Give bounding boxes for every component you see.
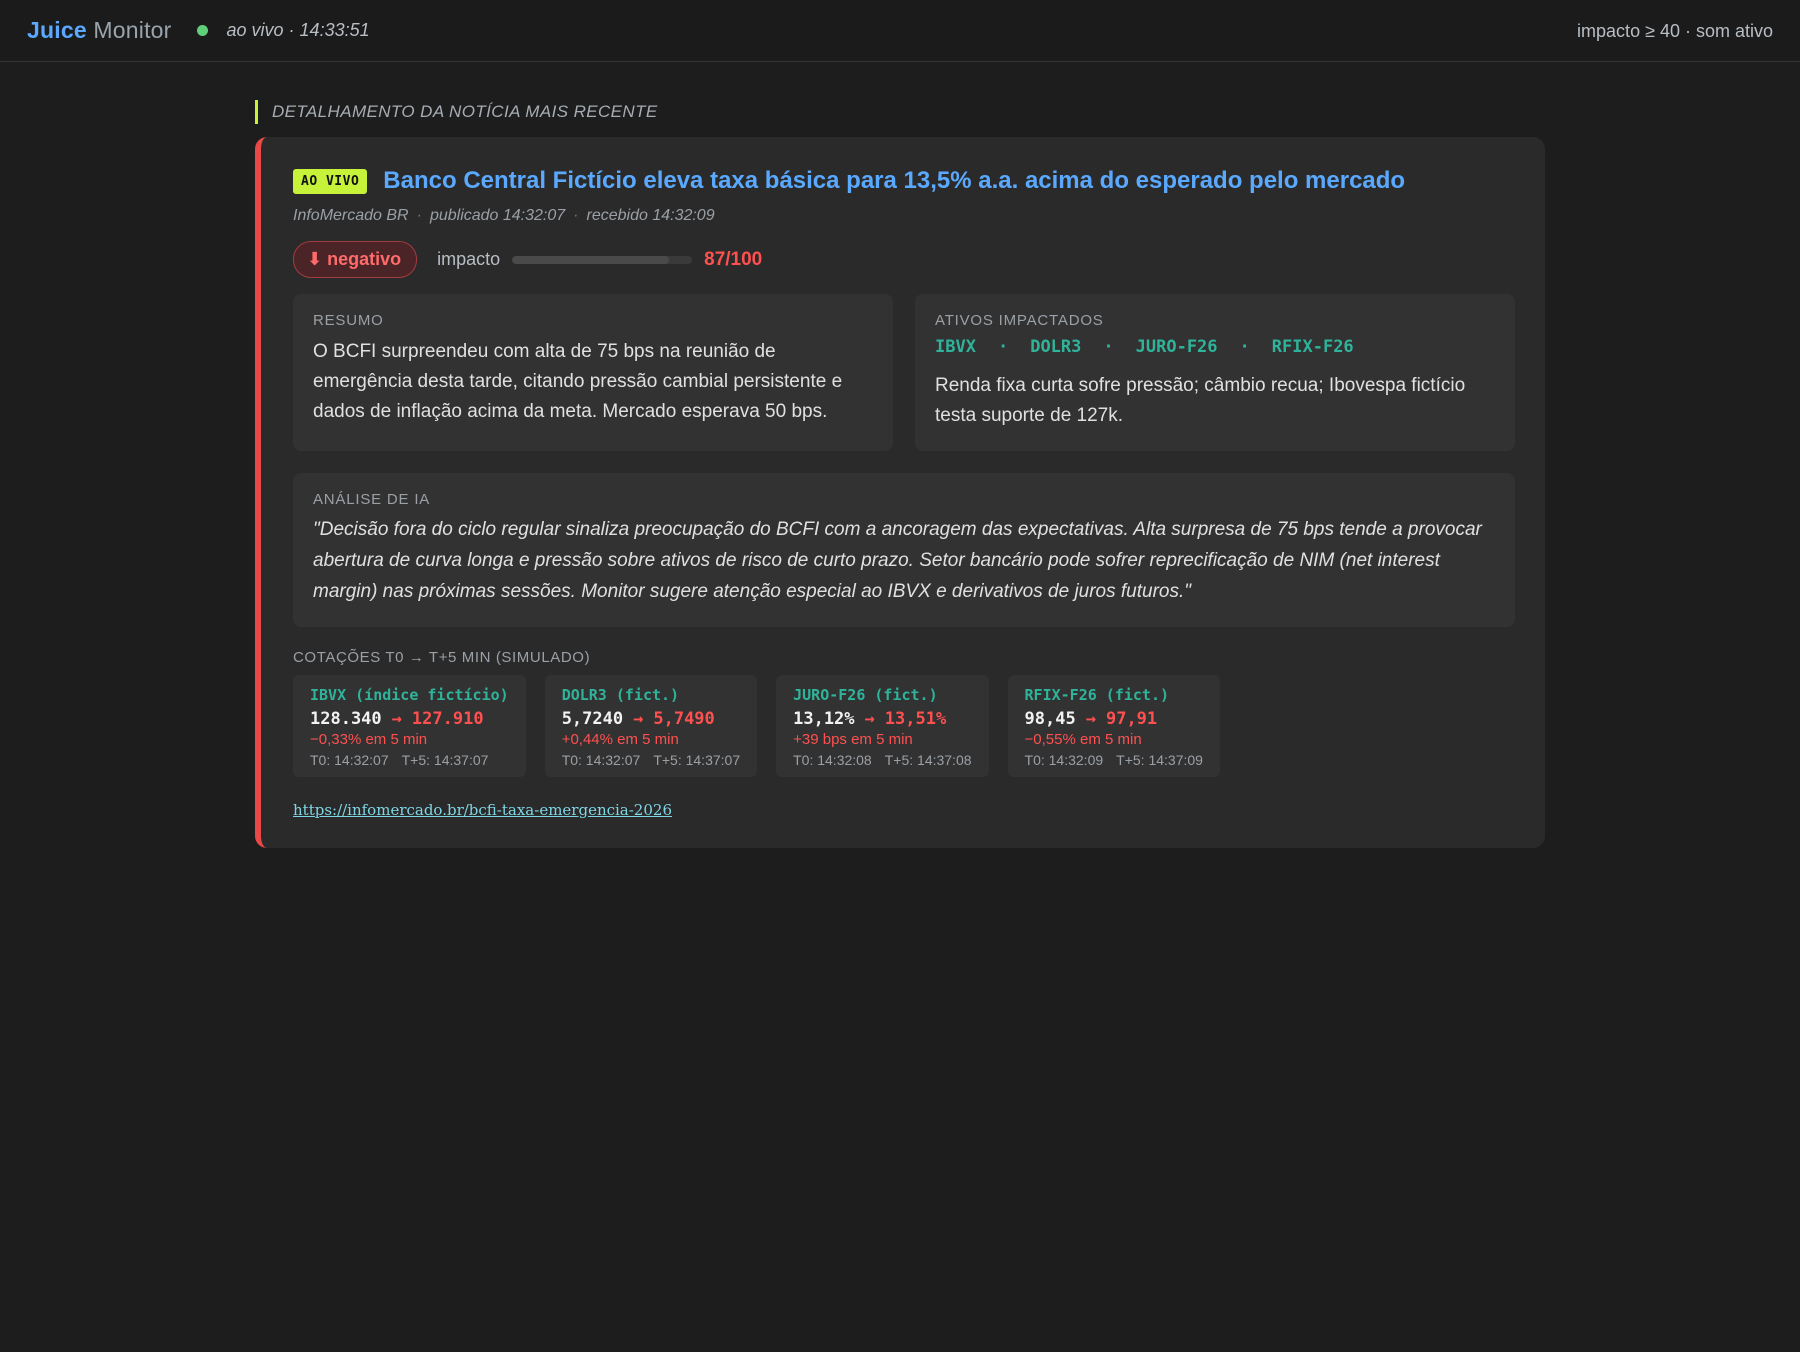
quote-values: 5,7240 → 5,7490 bbox=[562, 709, 740, 729]
quote-change: +0,44% em 5 min bbox=[561, 731, 679, 748]
live-clock: ao vivo · 14:33:51 bbox=[226, 20, 370, 40]
quote-values: 13,12% → 13,51% bbox=[793, 709, 971, 729]
quote-card: IBVX (índice fictício) 128.340 → 127.910 −… bbox=[293, 675, 526, 777]
arrow-right-icon: → bbox=[391, 709, 402, 729]
news-published: publicado 14:32:07 bbox=[429, 207, 566, 224]
ticker-separator: · bbox=[1103, 337, 1114, 357]
asset-tickers: IBVX · DOLR3 · JURO-F26 · RFIX-F26 bbox=[935, 337, 1495, 357]
news-headline[interactable]: Banco Central Fictício eleva taxa básica… bbox=[383, 167, 1405, 195]
quote-change: +39 bps em 5 min bbox=[793, 731, 913, 748]
news-source-link[interactable]: https://infomercado.br/bcfi-taxa-emergen… bbox=[293, 801, 672, 819]
quote-card: DOLR3 (fict.) 5,7240 → 5,7490 +0,44% em 5 … bbox=[544, 675, 758, 777]
arrow-right-icon: → bbox=[1085, 709, 1096, 729]
asset-ticker[interactable]: JURO-F26 bbox=[1136, 337, 1218, 357]
quote-change: −0,33% em 5 min bbox=[310, 731, 428, 748]
app-brand: Juice Monitor bbox=[27, 17, 172, 44]
news-meta: InfoMercado BR · publicado 14:32:07 · recebi… bbox=[293, 207, 1515, 225]
analysis-title: ANÁLISE DE IA bbox=[313, 491, 431, 508]
impact-value: 87/100 bbox=[704, 248, 763, 270]
news-detail-card: AO VIVO Banco Central Fictício eleva tax… bbox=[255, 137, 1545, 848]
headline-row: AO VIVO Banco Central Fictício eleva tax… bbox=[293, 167, 1515, 195]
section-label: DETALHAMENTO DA NOTÍCIA MAIS RECENTE bbox=[255, 100, 1545, 124]
assets-panel: ATIVOS IMPACTADOS IBVX · DOLR3 · JURO-F26 · RF… bbox=[915, 294, 1515, 451]
analysis-text: "Decisão fora do ciclo regular sinaliza … bbox=[313, 519, 1482, 602]
ticker-separator: · bbox=[1239, 337, 1250, 357]
live-status-dot-icon bbox=[196, 25, 208, 36]
asset-ticker[interactable]: RFIX-F26 bbox=[1272, 337, 1354, 357]
ticker-separator: · bbox=[997, 337, 1009, 357]
quote-name: RFIX-F26 (fict.) bbox=[1024, 686, 1170, 704]
quote-to: 97,91 bbox=[1105, 709, 1158, 729]
arrow-right-icon: → bbox=[864, 709, 875, 729]
summary-panels: RESUMO O BCFI surpreendeu com alta de 75… bbox=[293, 294, 1515, 451]
impact-label: impacto bbox=[437, 249, 501, 269]
quote-from: 98,45 bbox=[1024, 709, 1076, 729]
quote-from: 13,12% bbox=[793, 709, 855, 729]
impact-bar bbox=[512, 255, 693, 264]
quote-t5: T+5: 14:37:09 bbox=[1116, 752, 1203, 768]
quote-values: 128.340 → 127.910 bbox=[310, 709, 509, 729]
quote-times: T0: 14:32:09 T+5: 14:37:09 bbox=[1025, 752, 1203, 768]
quote-from: 128.340 bbox=[310, 709, 382, 729]
impact-bar-fill bbox=[512, 255, 669, 264]
quote-t0: T0: 14:32:07 bbox=[310, 752, 389, 768]
quote-t5: T+5: 14:37:07 bbox=[401, 752, 489, 768]
assets-title: ATIVOS IMPACTADOS bbox=[935, 312, 1104, 329]
quote-name: IBVX (índice fictício) bbox=[310, 686, 509, 704]
quotes-title: COTAÇÕES T0 → T+5 MIN (SIMULADO) bbox=[293, 649, 591, 666]
main-content: DETALHAMENTO DA NOTÍCIA MAIS RECENTE AO … bbox=[255, 100, 1545, 848]
quote-name: DOLR3 (fict.) bbox=[561, 686, 680, 704]
quote-name: JURO-F26 (fict.) bbox=[793, 686, 938, 704]
news-source: InfoMercado BR bbox=[293, 207, 409, 224]
summary-panel: RESUMO O BCFI surpreendeu com alta de 75… bbox=[293, 294, 893, 451]
asset-ticker[interactable]: IBVX bbox=[935, 337, 976, 357]
summary-text: O BCFI surpreendeu com alta de 75 bps na… bbox=[313, 341, 843, 422]
quote-times: T0: 14:32:07 T+5: 14:37:07 bbox=[310, 752, 509, 768]
quote-to: 127.910 bbox=[411, 709, 484, 729]
assets-text: Renda fixa curta sofre pressão; câmbio r… bbox=[935, 375, 1466, 426]
quote-times: T0: 14:32:08 T+5: 14:37:08 bbox=[793, 752, 971, 768]
impact-row: ⬇ negativo impacto 87/100 bbox=[293, 241, 1515, 278]
quote-change: −0,55% em 5 min bbox=[1024, 731, 1142, 748]
quote-times: T0: 14:32:07 T+5: 14:37:07 bbox=[562, 752, 740, 768]
meta-separator: · bbox=[573, 207, 579, 224]
quote-t5: T+5: 14:37:08 bbox=[884, 752, 972, 768]
ai-analysis-panel: ANÁLISE DE IA "Decisão fora do ciclo reg… bbox=[293, 473, 1515, 627]
meta-separator: · bbox=[416, 207, 422, 224]
quote-card: RFIX-F26 (fict.) 98,45 → 97,91 −0,55% em 5… bbox=[1007, 675, 1220, 777]
quote-t5: T+5: 14:37:07 bbox=[653, 752, 741, 768]
quotes-list: IBVX (índice fictício) 128.340 → 127.910 −… bbox=[293, 675, 1515, 777]
brand-strong: Juice bbox=[27, 17, 87, 43]
sentiment-badge: ⬇ negativo bbox=[293, 241, 418, 278]
filter-settings[interactable]: impacto ≥ 40 · som ativo bbox=[1577, 0, 1773, 62]
quote-from: 5,7240 bbox=[561, 709, 624, 729]
news-received: recebido 14:32:09 bbox=[586, 207, 715, 224]
top-bar: Juice Monitor ao vivo · 14:33:51 impacto… bbox=[0, 0, 1800, 62]
summary-title: RESUMO bbox=[313, 312, 384, 329]
quote-t0: T0: 14:32:09 bbox=[1024, 752, 1104, 768]
quote-to: 5,7490 bbox=[653, 709, 715, 729]
quote-t0: T0: 14:32:07 bbox=[561, 752, 641, 768]
live-badge: AO VIVO bbox=[293, 168, 368, 194]
asset-ticker[interactable]: DOLR3 bbox=[1030, 337, 1081, 357]
quote-to: 13,51% bbox=[884, 709, 947, 729]
arrow-right-icon: → bbox=[633, 709, 644, 729]
quote-values: 98,45 → 97,91 bbox=[1025, 709, 1203, 729]
quote-t0: T0: 14:32:08 bbox=[793, 752, 872, 768]
quote-card: JURO-F26 (fict.) 13,12% → 13,51% +39 bps e… bbox=[776, 675, 989, 777]
brand-rest: Monitor bbox=[86, 17, 172, 43]
